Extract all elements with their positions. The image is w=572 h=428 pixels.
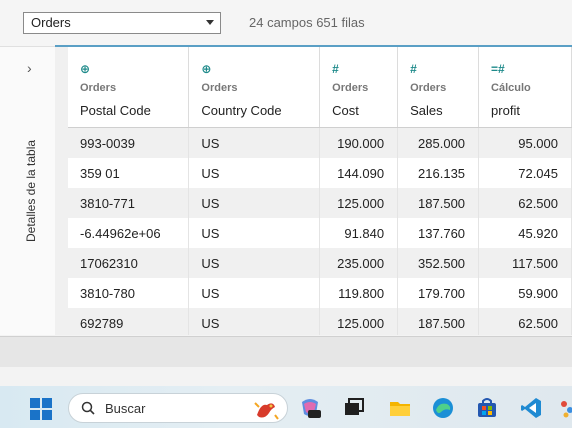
data-grid: ⊕ Orders Postal Code ⊕ Orders Country Code # Or…: [68, 47, 572, 335]
data-source-value: Orders: [31, 15, 71, 30]
table-cell[interactable]: 125.000: [319, 188, 399, 218]
table-cell[interactable]: US: [188, 278, 321, 308]
column-header[interactable]: # Orders Sales: [397, 47, 480, 128]
calc-number-icon: =#: [491, 62, 505, 76]
copilot-icon[interactable]: [298, 396, 322, 420]
column-source: Orders: [201, 82, 238, 94]
microsoft-store-icon[interactable]: [475, 396, 499, 420]
table-cell[interactable]: -6.44962e+06: [68, 218, 190, 248]
data-source-select[interactable]: Orders: [23, 12, 221, 34]
vscode-icon[interactable]: [519, 396, 543, 420]
table-cell[interactable]: US: [188, 218, 321, 248]
column-source: Orders: [80, 82, 117, 94]
column-header[interactable]: ⊕ Orders Postal Code: [68, 47, 190, 128]
status-band: [0, 336, 572, 367]
table-row: 17062310 US 235.000 352.500 117.500: [68, 248, 572, 278]
table-details-panel[interactable]: › Detalles de la tabla: [0, 47, 56, 335]
search-icon: [81, 401, 95, 415]
table-row: 3810-771 US 125.000 187.500 62.500: [68, 188, 572, 218]
column-header[interactable]: =# Cálculo profit: [478, 47, 572, 128]
table-cell[interactable]: 235.000: [319, 248, 399, 278]
table-row: 993-0039 US 190.000 285.000 95.000: [68, 127, 572, 158]
table-cell[interactable]: 119.800: [319, 278, 399, 308]
expand-chevron-icon[interactable]: ›: [27, 60, 32, 76]
table-cell[interactable]: US: [188, 158, 321, 188]
column-name: Sales: [410, 103, 443, 118]
table-row: 359 01 US 144.090 216.135 72.045: [68, 158, 572, 188]
column-header[interactable]: # Orders Cost: [319, 47, 399, 128]
column-source: Orders: [410, 82, 447, 94]
table-cell[interactable]: 117.500: [478, 248, 572, 278]
table-cell[interactable]: 190.000: [319, 127, 399, 158]
table-cell[interactable]: 187.500: [397, 308, 480, 335]
column-name: Postal Code: [80, 103, 151, 118]
toolbar: Orders 24 campos 651 filas: [0, 0, 572, 47]
table-cell[interactable]: 17062310: [68, 248, 190, 278]
table-cell[interactable]: 91.840: [319, 218, 399, 248]
task-view-icon[interactable]: [342, 396, 366, 420]
table-cell[interactable]: 359 01: [68, 158, 190, 188]
table-cell[interactable]: 144.090: [319, 158, 399, 188]
search-placeholder: Buscar: [105, 401, 146, 416]
column-source: Orders: [332, 82, 369, 94]
table-cell[interactable]: 62.500: [478, 188, 572, 218]
table-cell[interactable]: US: [188, 127, 321, 158]
table-cell[interactable]: 179.700: [397, 278, 480, 308]
table-cell[interactable]: 95.000: [478, 127, 572, 158]
app-overflow-icon[interactable]: [558, 396, 572, 420]
taskbar-search[interactable]: Buscar: [68, 393, 288, 423]
table-cell[interactable]: 692789: [68, 308, 190, 335]
table-cell[interactable]: 59.900: [478, 278, 572, 308]
table-details-label[interactable]: Detalles de la tabla: [24, 140, 38, 242]
field-row-summary: 24 campos 651 filas: [249, 15, 365, 30]
table-cell[interactable]: 72.045: [478, 158, 572, 188]
table-cell[interactable]: 62.500: [478, 308, 572, 335]
table-cell[interactable]: 45.920: [478, 218, 572, 248]
column-header[interactable]: ⊕ Orders Country Code: [188, 47, 321, 128]
column-name: profit: [491, 103, 520, 118]
edge-browser-icon[interactable]: [431, 396, 455, 420]
table-row: 692789 US 125.000 187.500 62.500: [68, 308, 572, 335]
table-cell[interactable]: US: [188, 308, 321, 335]
table-row: -6.44962e+06 US 91.840 137.760 45.920: [68, 218, 572, 248]
taskbar: Buscar: [0, 386, 572, 428]
number-icon: #: [332, 62, 339, 76]
table-cell[interactable]: 3810-780: [68, 278, 190, 308]
number-icon: #: [410, 62, 417, 76]
column-name: Cost: [332, 103, 359, 118]
table-cell[interactable]: 352.500: [397, 248, 480, 278]
file-explorer-icon[interactable]: [388, 396, 412, 420]
dragon-highlight-icon: [254, 402, 279, 420]
column-name: Country Code: [201, 103, 282, 118]
globe-icon: ⊕: [201, 62, 212, 76]
grid-gutter: [55, 47, 68, 335]
windows-start-icon[interactable]: [30, 398, 52, 420]
table-row: 3810-780 US 119.800 179.700 59.900: [68, 278, 572, 308]
table-cell[interactable]: 993-0039: [68, 127, 190, 158]
column-source: Cálculo: [491, 82, 531, 94]
table-cell[interactable]: 137.760: [397, 218, 480, 248]
table-cell[interactable]: 3810-771: [68, 188, 190, 218]
table-cell[interactable]: US: [188, 248, 321, 278]
table-cell[interactable]: 187.500: [397, 188, 480, 218]
chevron-down-icon: [206, 20, 214, 25]
table-cell[interactable]: 285.000: [397, 127, 480, 158]
table-cell[interactable]: 216.135: [397, 158, 480, 188]
table-cell[interactable]: 125.000: [319, 308, 399, 335]
globe-icon: ⊕: [80, 62, 91, 76]
table-cell[interactable]: US: [188, 188, 321, 218]
